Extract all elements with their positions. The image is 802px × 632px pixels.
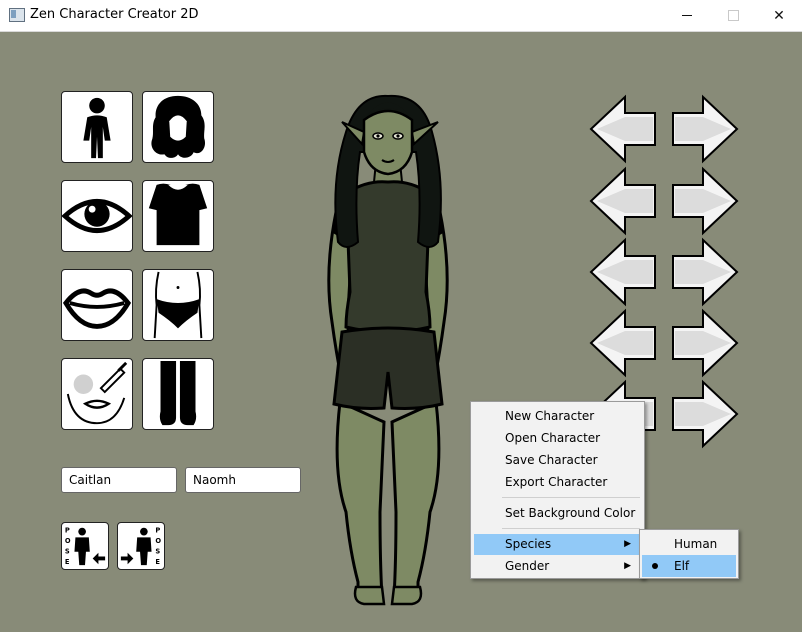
arrow-left-icon	[589, 94, 656, 164]
app-window: Zen Character Creator 2D ✕ Caitlan Naomh…	[0, 0, 802, 632]
app-icon	[9, 8, 25, 22]
tile-lips[interactable]	[61, 269, 133, 341]
pose-previous-button[interactable]: P O S E	[61, 522, 109, 570]
close-icon: ✕	[773, 7, 785, 24]
radio-selected-icon	[652, 563, 658, 569]
tile-top[interactable]	[142, 180, 214, 252]
menu-item-label: Export Character	[505, 475, 608, 489]
menu-item-species[interactable]: Species ▶	[474, 534, 641, 555]
top-icon	[148, 183, 208, 246]
next-makeup-arrow[interactable]	[671, 308, 739, 378]
submenu-item-human[interactable]: Human	[642, 533, 736, 555]
menu-item-label: Gender	[505, 559, 550, 573]
window-title: Zen Character Creator 2D	[30, 7, 199, 22]
arrow-left-icon	[589, 166, 656, 236]
arrow-right-icon	[672, 166, 739, 236]
arrow-right-icon	[672, 94, 739, 164]
pose-letter: S	[155, 548, 160, 556]
pose-letter: E	[65, 558, 70, 566]
species-submenu: Human Elf	[639, 529, 739, 579]
title-bar: Zen Character Creator 2D ✕	[0, 0, 802, 32]
submenu-arrow-icon: ▶	[624, 561, 631, 571]
submenu-item-label: Human	[674, 537, 718, 551]
prev-eyes-arrow[interactable]	[589, 166, 657, 236]
pose-letter: E	[155, 558, 160, 566]
submenu-item-elf[interactable]: Elf	[642, 555, 736, 577]
submenu-arrow-icon: ▶	[624, 539, 631, 549]
pose-letter: S	[65, 548, 70, 556]
tile-eyes[interactable]	[61, 180, 133, 252]
arrow-right-icon	[672, 379, 739, 449]
pose-letter: O	[65, 537, 71, 545]
close-button[interactable]: ✕	[756, 0, 802, 31]
prev-body-arrow[interactable]	[589, 94, 657, 164]
last-name-field[interactable]	[185, 467, 301, 493]
character-figure	[327, 94, 449, 606]
menu-item-set-background-color[interactable]: Set Background Color	[474, 503, 641, 524]
eye-icon	[62, 199, 132, 233]
menu-item-gender[interactable]: Gender ▶	[474, 556, 641, 577]
tile-makeup[interactable]	[61, 358, 133, 430]
maximize-button[interactable]	[710, 0, 756, 31]
tile-body[interactable]	[61, 91, 133, 163]
menu-item-export-character[interactable]: Export Character	[474, 472, 641, 493]
menu-item-label: Open Character	[505, 431, 601, 445]
next-body-arrow[interactable]	[671, 94, 739, 164]
submenu-item-label: Elf	[674, 559, 690, 573]
pose-previous-icon: P O S E	[65, 527, 106, 566]
minimize-icon	[682, 15, 692, 16]
arrow-right-icon	[672, 308, 739, 378]
tile-boots[interactable]	[142, 358, 214, 430]
menu-item-label: New Character	[505, 409, 595, 423]
menu-item-save-character[interactable]: Save Character	[474, 450, 641, 471]
tile-hair[interactable]	[142, 91, 214, 163]
menu-separator	[502, 497, 640, 498]
character-preview	[318, 92, 458, 607]
arrow-left-icon	[589, 237, 656, 307]
next-pose-arrow[interactable]	[671, 379, 739, 449]
menu-item-new-character[interactable]: New Character	[474, 406, 641, 427]
boots-icon	[159, 360, 197, 426]
makeup-icon	[66, 361, 128, 425]
next-lips-arrow[interactable]	[671, 237, 739, 307]
arrow-left-icon	[589, 308, 656, 378]
maximize-icon	[727, 10, 739, 21]
minimize-button[interactable]	[664, 0, 710, 31]
underwear-icon	[153, 271, 203, 339]
arrow-right-icon	[672, 237, 739, 307]
prev-makeup-arrow[interactable]	[589, 308, 657, 378]
hair-icon	[151, 95, 206, 158]
first-name-field[interactable]	[61, 467, 177, 493]
menu-item-open-character[interactable]: Open Character	[474, 428, 641, 449]
body-icon	[83, 97, 111, 159]
pose-letter: O	[155, 537, 161, 545]
menu-item-label: Save Character	[505, 453, 598, 467]
context-menu: New Character Open Character Save Charac…	[470, 401, 645, 579]
pose-next-icon: P O S E	[120, 527, 161, 566]
lips-icon	[62, 288, 132, 329]
pose-next-button[interactable]: P O S E	[117, 522, 165, 570]
menu-item-label: Set Background Color	[505, 506, 636, 520]
next-eyes-arrow[interactable]	[671, 166, 739, 236]
prev-lips-arrow[interactable]	[589, 237, 657, 307]
pose-letter: P	[65, 527, 70, 535]
menu-item-label: Species	[505, 537, 552, 551]
tile-underwear[interactable]	[142, 269, 214, 341]
pose-letter: P	[155, 527, 160, 535]
menu-separator	[502, 528, 640, 529]
